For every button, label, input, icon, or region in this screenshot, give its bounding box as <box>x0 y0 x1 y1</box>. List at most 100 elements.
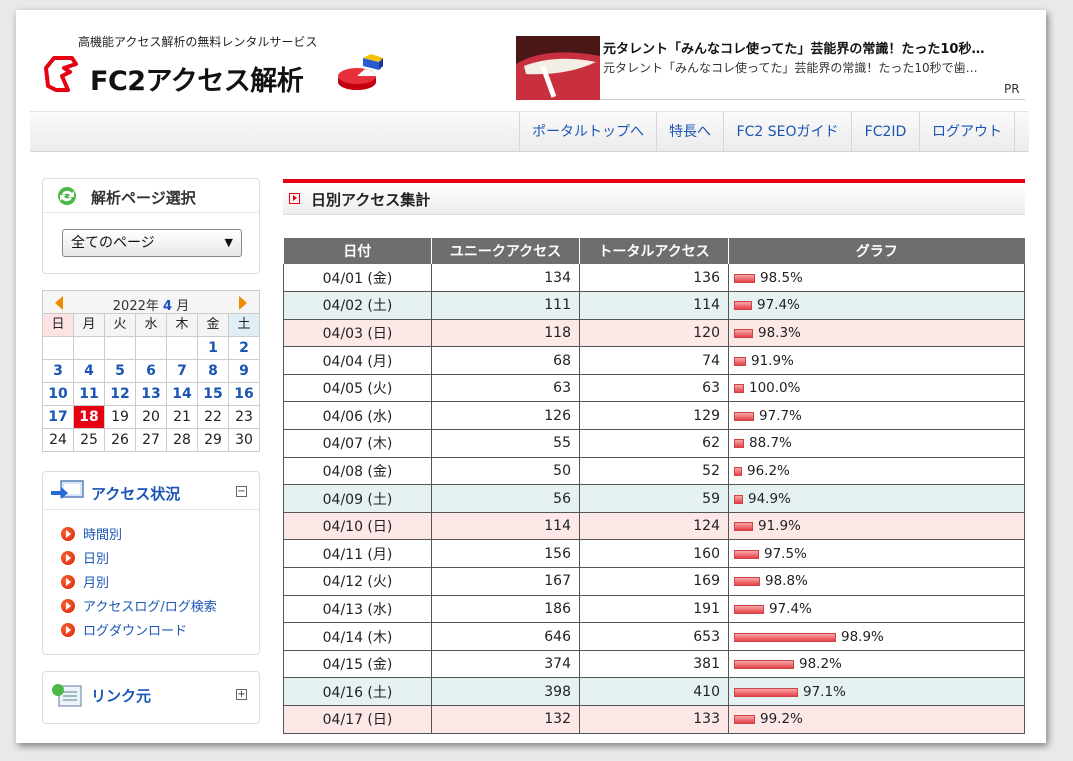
nav-portal-top[interactable]: ポータルトップへ <box>519 112 656 152</box>
menu-hourly[interactable]: 時間別 <box>61 524 122 543</box>
cell-total: 136 <box>579 264 729 293</box>
cell-date: 04/06 (水) <box>283 401 432 431</box>
cell-total: 410 <box>579 677 729 706</box>
cell-graph: 99.2% <box>728 705 1025 734</box>
table-row: 04/16 (土) 398 410 97.1% <box>283 677 1025 706</box>
table-row: 04/02 (土) 111 114 97.4% <box>283 291 1025 320</box>
page-select-box: 解析ページ選択 全てのページ ▼ <box>42 178 260 274</box>
cell-date: 04/17 (日) <box>283 705 432 734</box>
graph-percent: 96.2% <box>747 462 790 479</box>
expand-icon[interactable]: + <box>236 689 247 700</box>
graph-bar <box>734 715 755 725</box>
graph-bar <box>734 301 752 311</box>
calendar-day[interactable]: 17 <box>43 406 74 429</box>
table-row: 04/05 (火) 63 63 100.0% <box>283 374 1025 403</box>
cell-date: 04/16 (土) <box>283 677 432 706</box>
col-graph: グラフ <box>728 238 1025 264</box>
menu-access-log[interactable]: アクセスログ/ログ検索 <box>61 596 217 615</box>
calendar-day: 22 <box>198 406 229 429</box>
menu-monthly[interactable]: 月別 <box>61 572 109 591</box>
arrow-circle-icon <box>61 575 75 589</box>
calendar-day: 24 <box>43 429 74 452</box>
nav-logout[interactable]: ログアウト <box>919 112 1014 152</box>
cell-date: 04/05 (火) <box>283 374 432 403</box>
ad-image[interactable] <box>516 36 600 100</box>
cell-graph: 100.0% <box>728 374 1025 403</box>
cell-graph: 96.2% <box>728 457 1025 486</box>
calendar-day[interactable]: 4 <box>74 360 105 383</box>
ad-title[interactable]: 元タレント「みんなコレ使ってた」芸能界の常識！たった10秒… <box>603 38 1023 57</box>
graph-percent: 91.9% <box>758 518 801 535</box>
cell-total: 381 <box>579 650 729 679</box>
graph-bar <box>734 466 742 476</box>
monitor-icon <box>51 480 84 499</box>
calendar-day[interactable]: 16 <box>229 383 260 406</box>
nav-features[interactable]: 特長へ <box>656 112 723 152</box>
calendar-day[interactable]: 1 <box>198 337 229 360</box>
cell-unique: 156 <box>431 539 580 569</box>
calendar-day[interactable]: 18 <box>74 406 105 429</box>
logo-title[interactable]: FC2アクセス解析 <box>90 59 304 98</box>
calendar-day[interactable]: 9 <box>229 360 260 383</box>
ad-description[interactable]: 元タレント「みんなコレ使ってた」芸能界の常識！たった10秒で歯… <box>603 59 1023 76</box>
calendar-dow: 金 <box>198 314 229 337</box>
cell-unique: 398 <box>431 677 580 706</box>
table-row: 04/13 (水) 186 191 97.4% <box>283 595 1025 624</box>
cell-unique: 114 <box>431 512 580 541</box>
table-row: 04/09 (土) 56 59 94.9% <box>283 484 1025 513</box>
arrow-circle-icon <box>61 527 75 541</box>
page-select-title: 解析ページ選択 <box>91 189 196 207</box>
calendar-day[interactable]: 8 <box>198 360 229 383</box>
calendar-day[interactable]: 11 <box>74 383 105 406</box>
calendar-day[interactable]: 13 <box>136 383 167 406</box>
calendar-day: 28 <box>167 429 198 452</box>
table-row: 04/14 (木) 646 653 98.9% <box>283 622 1025 651</box>
page-select-dropdown[interactable]: 全てのページ ▼ <box>62 229 242 257</box>
fc2-logo-icon[interactable] <box>42 54 80 94</box>
chevron-down-icon: ▼ <box>224 236 233 249</box>
graph-bar <box>734 660 794 670</box>
cell-unique: 55 <box>431 429 580 458</box>
graph-percent: 88.7% <box>749 435 792 452</box>
link-page-icon <box>52 684 82 707</box>
graph-percent: 97.7% <box>759 407 802 424</box>
calendar-day[interactable]: 6 <box>136 360 167 383</box>
col-unique: ユニークアクセス <box>431 238 580 264</box>
calendar-day[interactable]: 5 <box>105 360 136 383</box>
cell-date: 04/08 (金) <box>283 457 432 486</box>
next-month-icon[interactable] <box>239 296 247 310</box>
cell-unique: 68 <box>431 346 580 375</box>
calendar-grid: 日月火水木金土 1 2 3 4 5 6 7 8 9 10 11 12 13 14 15 16 17 18 19 20 21… <box>42 314 260 452</box>
cell-graph: 94.9% <box>728 484 1025 513</box>
menu-daily[interactable]: 日別 <box>61 548 109 567</box>
nav-seo-guide[interactable]: FC2 SEOガイド <box>723 112 851 152</box>
nav-fc2id[interactable]: FC2ID <box>851 112 919 152</box>
page-select-header: 解析ページ選択 <box>43 179 259 213</box>
cell-unique: 167 <box>431 567 580 596</box>
collapse-icon[interactable]: − <box>236 486 247 497</box>
calendar-day[interactable]: 3 <box>43 360 74 383</box>
calendar-dow: 月 <box>74 314 105 337</box>
daily-access-table: 日付 ユニークアクセス トータルアクセス グラフ 04/01 (金) 134 136… <box>283 238 1025 734</box>
calendar-empty <box>43 337 74 360</box>
main-title: 日別アクセス集計 <box>311 191 431 209</box>
graph-bar <box>734 439 744 449</box>
table-row: 04/07 (木) 55 62 88.7% <box>283 429 1025 458</box>
table-row: 04/03 (日) 118 120 98.3% <box>283 319 1025 348</box>
calendar-day[interactable]: 7 <box>167 360 198 383</box>
menu-log-download[interactable]: ログダウンロード <box>61 620 187 639</box>
link-source-header[interactable]: リンク元 + <box>43 672 259 723</box>
calendar-day[interactable]: 15 <box>198 383 229 406</box>
top-nav: ポータルトップへ 特長へ FC2 SEOガイド FC2ID ログアウト <box>30 111 1029 152</box>
calendar-day[interactable]: 14 <box>167 383 198 406</box>
calendar-day: 30 <box>229 429 260 452</box>
calendar-day[interactable]: 2 <box>229 337 260 360</box>
calendar-day[interactable]: 12 <box>105 383 136 406</box>
graph-bar <box>734 411 754 421</box>
pie-chart-icon <box>338 54 383 90</box>
cell-unique: 56 <box>431 484 580 513</box>
calendar-day[interactable]: 10 <box>43 383 74 406</box>
access-status-header[interactable]: アクセス状況 − <box>43 472 259 510</box>
table-row: 04/06 (水) 126 129 97.7% <box>283 401 1025 431</box>
calendar-day: 25 <box>74 429 105 452</box>
